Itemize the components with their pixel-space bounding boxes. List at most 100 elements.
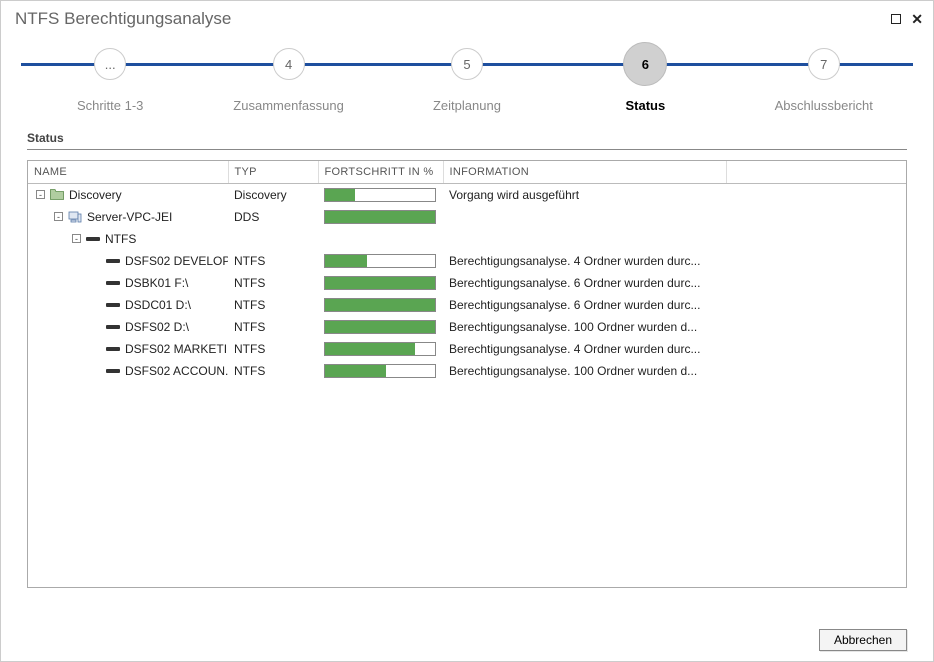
table-row[interactable]: DSDC01 D:\ NTFS Berechtigungsanalyse. 6 Or… [28, 294, 906, 316]
row-spare [726, 250, 906, 272]
disk-icon [105, 301, 121, 309]
maximize-icon[interactable] [891, 14, 901, 24]
window-title: NTFS Berechtigungsanalyse [15, 9, 231, 29]
row-type: NTFS [228, 294, 318, 316]
row-name: DSDC01 D:\ [125, 298, 191, 312]
wizard-stepper: ... Schritte 1-3 4Zusammenfassung5Zeitplan… [21, 41, 913, 121]
section-title: Status [27, 131, 907, 145]
row-spare [726, 228, 906, 250]
disk-icon [105, 323, 121, 331]
row-name: DSBK01 F:\ [125, 276, 188, 290]
disk-icon [105, 279, 121, 287]
row-info: Berechtigungsanalyse. 100 Ordner wurden … [443, 316, 726, 338]
row-name: Server-VPC-JEI [87, 210, 172, 224]
row-spare [726, 316, 906, 338]
step-circle: 7 [808, 48, 840, 80]
row-name: NTFS [105, 232, 136, 246]
progress-bar [324, 188, 436, 202]
wizard-step-1[interactable]: 4Zusammenfassung [204, 41, 374, 113]
row-type: NTFS [228, 338, 318, 360]
wizard-step-3[interactable]: 6Status [560, 41, 730, 113]
step-circle: 6 [623, 42, 667, 86]
window-controls: ✕ [891, 14, 923, 24]
table-row[interactable]: - NTFS [28, 228, 906, 250]
row-progress [318, 206, 443, 228]
step-label: Schritte 1-3 [77, 98, 143, 113]
row-spare [726, 206, 906, 228]
row-info: Berechtigungsanalyse. 4 Ordner wurden du… [443, 250, 726, 272]
wizard-step-2[interactable]: 5Zeitplanung [382, 41, 552, 113]
table-row[interactable]: DSFS02 DEVELOP...NTFS Berechtigungsanalys… [28, 250, 906, 272]
table-row[interactable]: DSFS02 ACCOUN...NTFS Berechtigungsanalyse… [28, 360, 906, 382]
dialog-footer: Abbrechen [819, 629, 907, 651]
row-name: DSFS02 ACCOUN... [125, 364, 228, 378]
row-info: Berechtigungsanalyse. 100 Ordner wurden … [443, 360, 726, 382]
close-icon[interactable]: ✕ [911, 14, 923, 24]
row-progress [318, 338, 443, 360]
row-progress [318, 360, 443, 382]
row-progress [318, 228, 443, 250]
disk-icon [85, 235, 101, 243]
progress-bar [324, 210, 436, 224]
row-info: Berechtigungsanalyse. 6 Ordner wurden du… [443, 272, 726, 294]
progress-bar [324, 364, 436, 378]
row-name: DSFS02 MARKETI... [125, 342, 228, 356]
cancel-button[interactable]: Abbrechen [819, 629, 907, 651]
row-info: Berechtigungsanalyse. 6 Ordner wurden du… [443, 294, 726, 316]
col-header-progress[interactable]: FORTSCHRITT IN % [318, 161, 443, 184]
disk-icon [105, 345, 121, 353]
table-header-row: NAME TYP FORTSCHRITT IN % INFORMATION [28, 161, 906, 184]
progress-bar [324, 254, 436, 268]
col-header-typ[interactable]: TYP [228, 161, 318, 184]
row-progress [318, 272, 443, 294]
disk-icon [105, 367, 121, 375]
folder-icon [49, 189, 65, 200]
row-progress [318, 316, 443, 338]
step-circle: 4 [273, 48, 305, 80]
disk-icon [105, 257, 121, 265]
titlebar: NTFS Berechtigungsanalyse ✕ [1, 1, 933, 35]
row-type [228, 228, 318, 250]
row-spare [726, 360, 906, 382]
step-circle: 5 [451, 48, 483, 80]
tree-toggle-icon[interactable]: - [54, 212, 63, 221]
table-row[interactable]: DSFS02 D:\NTFSBerechtigungsanalyse. 100 … [28, 316, 906, 338]
status-table-container: NAME TYP FORTSCHRITT IN % INFORMATION - D… [27, 160, 907, 588]
status-table: NAME TYP FORTSCHRITT IN % INFORMATION - D… [28, 161, 906, 382]
wizard-step-0[interactable]: ... Schritte 1-3 [25, 41, 195, 113]
progress-bar [324, 298, 436, 312]
row-name: DSFS02 DEVELOP... [125, 254, 228, 268]
step-circle: ... [94, 48, 126, 80]
row-spare [726, 294, 906, 316]
row-progress [318, 294, 443, 316]
section-divider [27, 149, 907, 150]
progress-bar [324, 320, 436, 334]
row-type: NTFS [228, 250, 318, 272]
row-info [443, 228, 726, 250]
col-header-spare[interactable] [726, 161, 906, 184]
wizard-step-4[interactable]: 7 Abschlussbericht [739, 41, 909, 113]
col-header-info[interactable]: INFORMATION [443, 161, 726, 184]
row-spare [726, 184, 906, 206]
col-header-name[interactable]: NAME [28, 161, 228, 184]
row-name: Discovery [69, 188, 122, 202]
table-row[interactable]: DSFS02 MARKETI...NTFS Berechtigungsanalys… [28, 338, 906, 360]
table-row[interactable]: - Server-VPC-JEI DDS [28, 206, 906, 228]
progress-bar [324, 342, 436, 356]
row-type: DDS [228, 206, 318, 228]
row-progress [318, 250, 443, 272]
row-spare [726, 338, 906, 360]
row-type: NTFS [228, 272, 318, 294]
table-row[interactable]: -DiscoveryDiscoveryVorgang wird ausgefüh… [28, 184, 906, 206]
row-info [443, 206, 726, 228]
row-info: Berechtigungsanalyse. 4 Ordner wurden du… [443, 338, 726, 360]
step-label: Abschlussbericht [775, 98, 873, 113]
row-type: NTFS [228, 316, 318, 338]
row-spare [726, 272, 906, 294]
progress-bar [324, 276, 436, 290]
table-row[interactable]: DSBK01 F:\ NTFS Berechtigungsanalyse. 6 Or… [28, 272, 906, 294]
row-type: Discovery [228, 184, 318, 206]
tree-toggle-icon[interactable]: - [36, 190, 45, 199]
row-type: NTFS [228, 360, 318, 382]
tree-toggle-icon[interactable]: - [72, 234, 81, 243]
